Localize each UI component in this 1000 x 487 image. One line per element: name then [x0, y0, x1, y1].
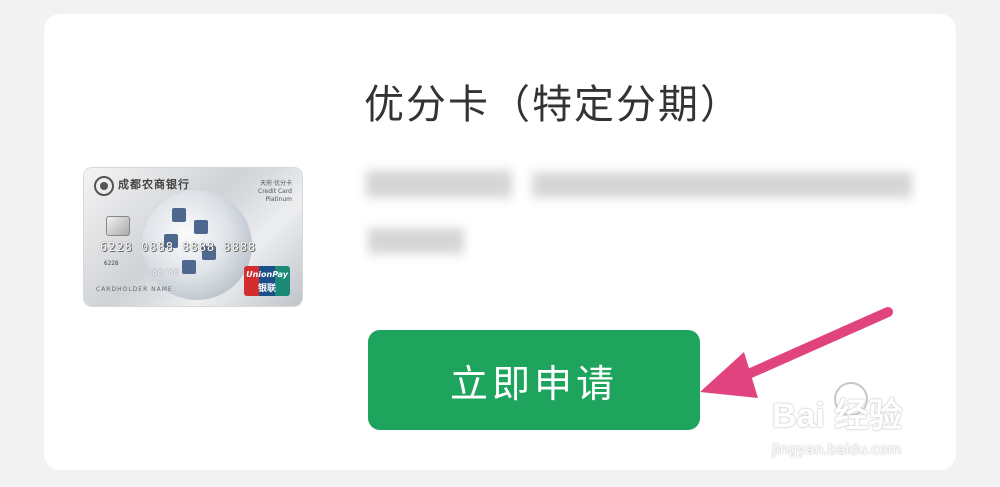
blurred-description-line-1: [366, 170, 512, 198]
card-number: 6228 0888 8888 8888: [100, 240, 257, 254]
apply-now-button[interactable]: 立即申请: [368, 330, 700, 430]
watermark-brand: Bai 经验: [772, 397, 903, 435]
card-tier: Platinum: [265, 196, 292, 203]
bank-logo-icon: [94, 176, 114, 196]
card-chip-icon: [106, 216, 130, 236]
credit-card-image: 成都农商银行 天府·优分卡 Credit Card Platinum 6228 …: [84, 168, 302, 306]
unionpay-logo: UnionPay 银联: [244, 266, 290, 296]
blurred-description-line-2: [368, 228, 464, 254]
baidu-watermark: Bai 经验 jingyan.baidu.com: [772, 382, 962, 468]
unionpay-cn-text: 银联: [257, 284, 276, 294]
blurred-description-line-1b: [532, 172, 912, 198]
card-product-label: 天府·优分卡 Credit Card Platinum: [258, 180, 292, 204]
card-credit-label: Credit Card: [258, 188, 292, 195]
product-title: 优分卡（特定分期）: [364, 82, 742, 128]
card-sub-label: 天府·优分卡: [260, 180, 292, 187]
card-bank-name: 成都农商银行: [118, 178, 190, 191]
card-valid-thru: 88/88: [152, 268, 180, 278]
unionpay-text: UnionPay: [246, 270, 288, 279]
watermark-url: jingyan.baidu.com: [772, 442, 902, 458]
card-holder-name: CARDHOLDER NAME: [96, 286, 173, 293]
card-number-prefix: 6228: [104, 260, 119, 267]
